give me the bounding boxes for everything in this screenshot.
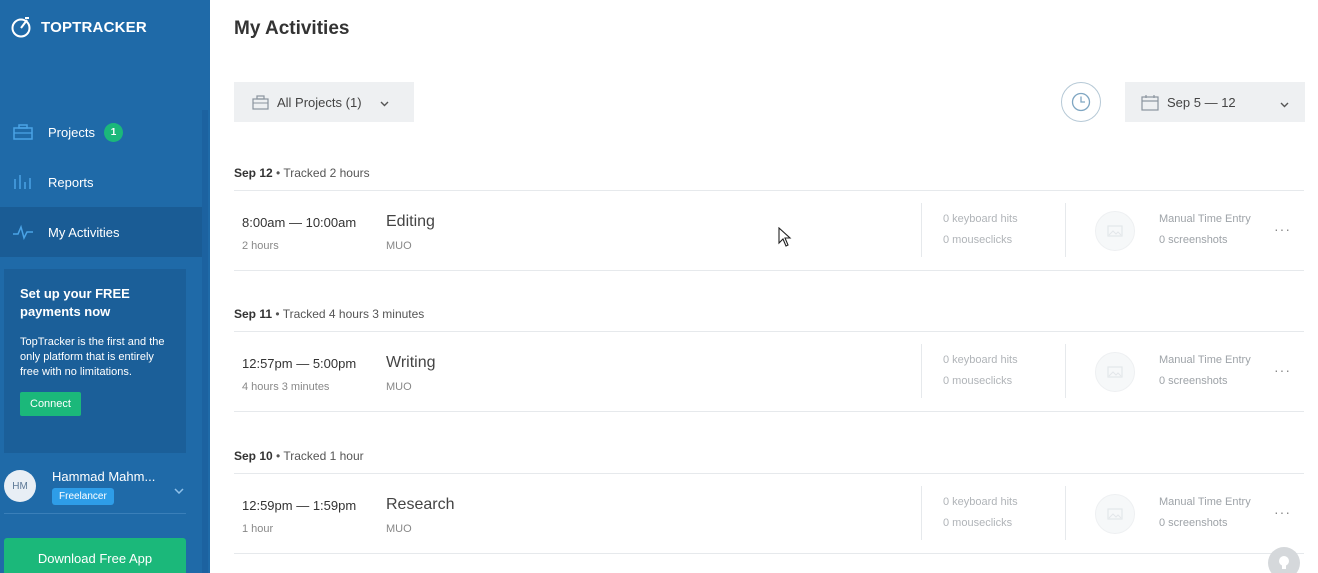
day-date: Sep 11 xyxy=(234,307,273,321)
screenshot-placeholder xyxy=(1095,211,1135,251)
help-button[interactable] xyxy=(1268,547,1300,573)
entry-duration: 4 hours 3 minutes xyxy=(242,381,330,393)
payments-promo: Set up your FREE payments now TopTracker… xyxy=(4,269,186,453)
avatar: HM xyxy=(4,470,36,502)
entry-project: MUO xyxy=(386,381,412,393)
day-header: Sep 11 • Tracked 4 hours 3 minutes xyxy=(234,307,425,321)
activity-entry[interactable]: 12:57pm — 5:00pm 4 hours 3 minutes Writi… xyxy=(234,332,1304,412)
entry-task: Editing xyxy=(386,213,435,230)
screenshot-placeholder xyxy=(1095,352,1135,392)
divider xyxy=(921,344,922,398)
entry-keyboard-hits: 0 keyboard hits xyxy=(943,213,1018,225)
user-name: Hammad Mahm... xyxy=(52,469,156,484)
day-header: Sep 12 • Tracked 2 hours xyxy=(234,166,370,180)
day-tracked: Tracked 2 hours xyxy=(283,166,370,180)
sidebar-scrollbar[interactable] xyxy=(202,110,208,573)
promo-title: Set up your FREE payments now xyxy=(20,286,130,319)
sidebar-item-projects[interactable]: Projects 1 xyxy=(0,107,202,157)
clock-icon xyxy=(1071,92,1091,112)
projects-count-badge: 1 xyxy=(103,122,123,142)
main-content: My Activities All Projects (1) Sep 5 — 1… xyxy=(234,0,1306,573)
date-range-dropdown[interactable]: Sep 5 — 12 xyxy=(1125,82,1305,122)
day-tracked: Tracked 4 hours 3 minutes xyxy=(282,307,425,321)
entry-task: Writing xyxy=(386,354,436,371)
promo-body: TopTracker is the first and the only pla… xyxy=(20,336,165,378)
sidebar-item-label: Projects xyxy=(48,124,95,140)
more-options-icon[interactable]: ··· xyxy=(1274,221,1291,237)
logo-icon xyxy=(11,17,31,38)
divider xyxy=(921,203,922,257)
sidebar-item-my-activities[interactable]: My Activities xyxy=(0,207,202,257)
chevron-down-icon xyxy=(1280,96,1289,111)
user-menu[interactable]: HM Hammad Mahm... Freelancer xyxy=(4,465,186,513)
calendar-icon xyxy=(1141,94,1159,111)
activity-entry[interactable]: 12:59pm — 1:59pm 1 hour Research MUO 0 k… xyxy=(234,474,1304,554)
divider xyxy=(921,486,922,540)
entry-task: Research xyxy=(386,496,455,513)
entry-screenshots: 0 screenshots xyxy=(1159,375,1228,387)
lightbulb-icon xyxy=(1279,556,1289,569)
entry-mouseclicks: 0 mouseclicks xyxy=(943,517,1013,529)
briefcase-icon xyxy=(12,123,34,141)
entry-mouseclicks: 0 mouseclicks xyxy=(943,234,1013,246)
entry-screenshots: 0 screenshots xyxy=(1159,234,1228,246)
sidebar: TOPTRACKER Projects 1 Reports My Activit… xyxy=(0,0,210,573)
sidebar-item-reports[interactable]: Reports xyxy=(0,157,202,207)
entry-manual-label: Manual Time Entry xyxy=(1159,496,1251,508)
entry-manual-label: Manual Time Entry xyxy=(1159,354,1251,366)
divider xyxy=(1065,203,1066,257)
date-range-label: Sep 5 — 12 xyxy=(1167,94,1236,110)
app-name: TOPTRACKER xyxy=(41,18,147,36)
divider xyxy=(1065,486,1066,540)
image-icon xyxy=(1107,225,1123,237)
role-badge: Freelancer xyxy=(52,488,114,505)
more-options-icon[interactable]: ··· xyxy=(1274,504,1291,520)
briefcase-icon xyxy=(252,94,269,110)
chevron-down-icon xyxy=(380,95,389,110)
activity-entry[interactable]: 8:00am — 10:00am 2 hours Editing MUO 0 k… xyxy=(234,191,1304,271)
entry-keyboard-hits: 0 keyboard hits xyxy=(943,496,1018,508)
connect-button[interactable]: Connect xyxy=(20,392,81,416)
mouse-cursor-icon xyxy=(778,227,792,247)
entry-time-range: 12:57pm — 5:00pm xyxy=(242,356,357,371)
day-tracked: Tracked 1 hour xyxy=(283,449,364,463)
entry-time-range: 8:00am — 10:00am xyxy=(242,215,357,230)
entry-duration: 1 hour xyxy=(242,523,274,535)
day-header: Sep 10 • Tracked 1 hour xyxy=(234,449,364,463)
day-date: Sep 12 xyxy=(234,166,273,180)
entry-manual-label: Manual Time Entry xyxy=(1159,213,1251,225)
activity-icon xyxy=(12,223,34,241)
app-logo[interactable]: TOPTRACKER xyxy=(10,16,147,38)
entry-project: MUO xyxy=(386,523,412,535)
entry-project: MUO xyxy=(386,240,412,252)
image-icon xyxy=(1107,366,1123,378)
day-date: Sep 10 xyxy=(234,449,273,463)
screenshot-placeholder xyxy=(1095,494,1135,534)
project-filter-dropdown[interactable]: All Projects (1) xyxy=(234,82,414,122)
entry-time-range: 12:59pm — 1:59pm xyxy=(242,498,357,513)
entry-mouseclicks: 0 mouseclicks xyxy=(943,375,1013,387)
more-options-icon[interactable]: ··· xyxy=(1274,362,1291,378)
download-app-button[interactable]: Download Free App xyxy=(4,538,186,573)
entry-keyboard-hits: 0 keyboard hits xyxy=(943,354,1018,366)
sidebar-item-label: Reports xyxy=(48,174,94,190)
entry-screenshots: 0 screenshots xyxy=(1159,517,1228,529)
entry-duration: 2 hours xyxy=(242,240,279,252)
sidebar-item-label: My Activities xyxy=(48,224,120,240)
chevron-down-icon[interactable] xyxy=(174,481,184,499)
clock-button[interactable] xyxy=(1061,82,1101,122)
image-icon xyxy=(1107,508,1123,520)
divider xyxy=(1065,344,1066,398)
divider xyxy=(4,513,186,514)
page-title: My Activities xyxy=(234,18,350,39)
project-filter-label: All Projects (1) xyxy=(277,94,362,110)
bar-chart-icon xyxy=(12,173,34,191)
